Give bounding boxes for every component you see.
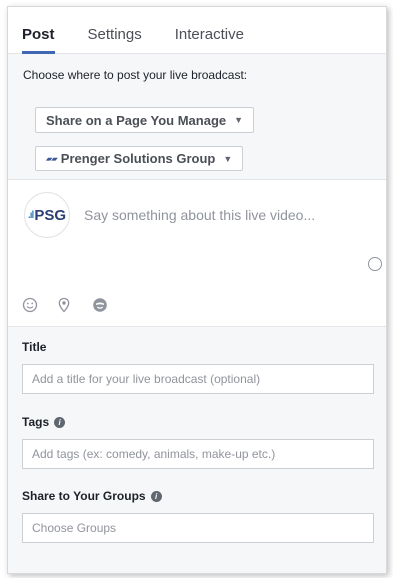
tags-label-text: Tags [22, 415, 50, 429]
chevron-down-icon: ▼ [234, 115, 244, 125]
emoji-icon[interactable] [22, 297, 38, 313]
signal-bars-icon: .ıl [27, 209, 34, 221]
groups-label-text: Share to Your Groups [22, 489, 146, 503]
emoji-picker-icon[interactable] [368, 257, 382, 271]
title-label-text: Title [22, 340, 47, 354]
page-select-label: Prenger Solutions Group [60, 151, 216, 166]
tags-label: Tags i [22, 415, 374, 429]
destination-select-label: Share on a Page You Manage [46, 112, 227, 128]
chevron-down-icon: ▼ [223, 153, 233, 164]
title-section: Title Add a title for your live broadcas… [22, 340, 374, 394]
destination-select[interactable]: Share on a Page You Manage ▼ [35, 107, 255, 133]
tab-interactive[interactable]: Interactive [175, 26, 244, 53]
live-broadcast-panel: Post Settings Interactive Choose where t… [7, 6, 387, 574]
title-label: Title [22, 340, 374, 354]
info-icon[interactable]: i [150, 490, 162, 502]
location-pin-icon[interactable] [56, 297, 72, 313]
tab-settings[interactable]: Settings [88, 26, 142, 53]
info-icon[interactable]: i [54, 416, 66, 428]
avatar-text: PSG [34, 206, 67, 224]
page-select[interactable]: ▰▰ Prenger Solutions Group ▼ [35, 146, 244, 171]
feeling-icon[interactable] [92, 297, 108, 313]
tab-bar: Post Settings Interactive [8, 7, 386, 54]
composer-toolbar [8, 284, 386, 327]
tags-input[interactable]: Add tags (ex: comedy, animals, make-up e… [22, 439, 374, 469]
composer-input[interactable]: Say something about this live video... [84, 207, 315, 223]
tags-section: Tags i Add tags (ex: comedy, animals, ma… [22, 415, 374, 469]
groups-input[interactable]: Choose Groups [22, 513, 374, 543]
avatar: .ıl PSG [24, 192, 70, 238]
page-logo-icon: ▰▰ [46, 155, 57, 163]
groups-label: Share to Your Groups i [22, 489, 374, 503]
choose-destination-label: Choose where to post your live broadcast… [23, 68, 248, 82]
groups-section: Share to Your Groups i Choose Groups [22, 489, 374, 543]
tab-post[interactable]: Post [22, 26, 55, 54]
title-input[interactable]: Add a title for your live broadcast (opt… [22, 364, 374, 394]
composer: .ıl PSG Say something about this live vi… [8, 179, 386, 285]
